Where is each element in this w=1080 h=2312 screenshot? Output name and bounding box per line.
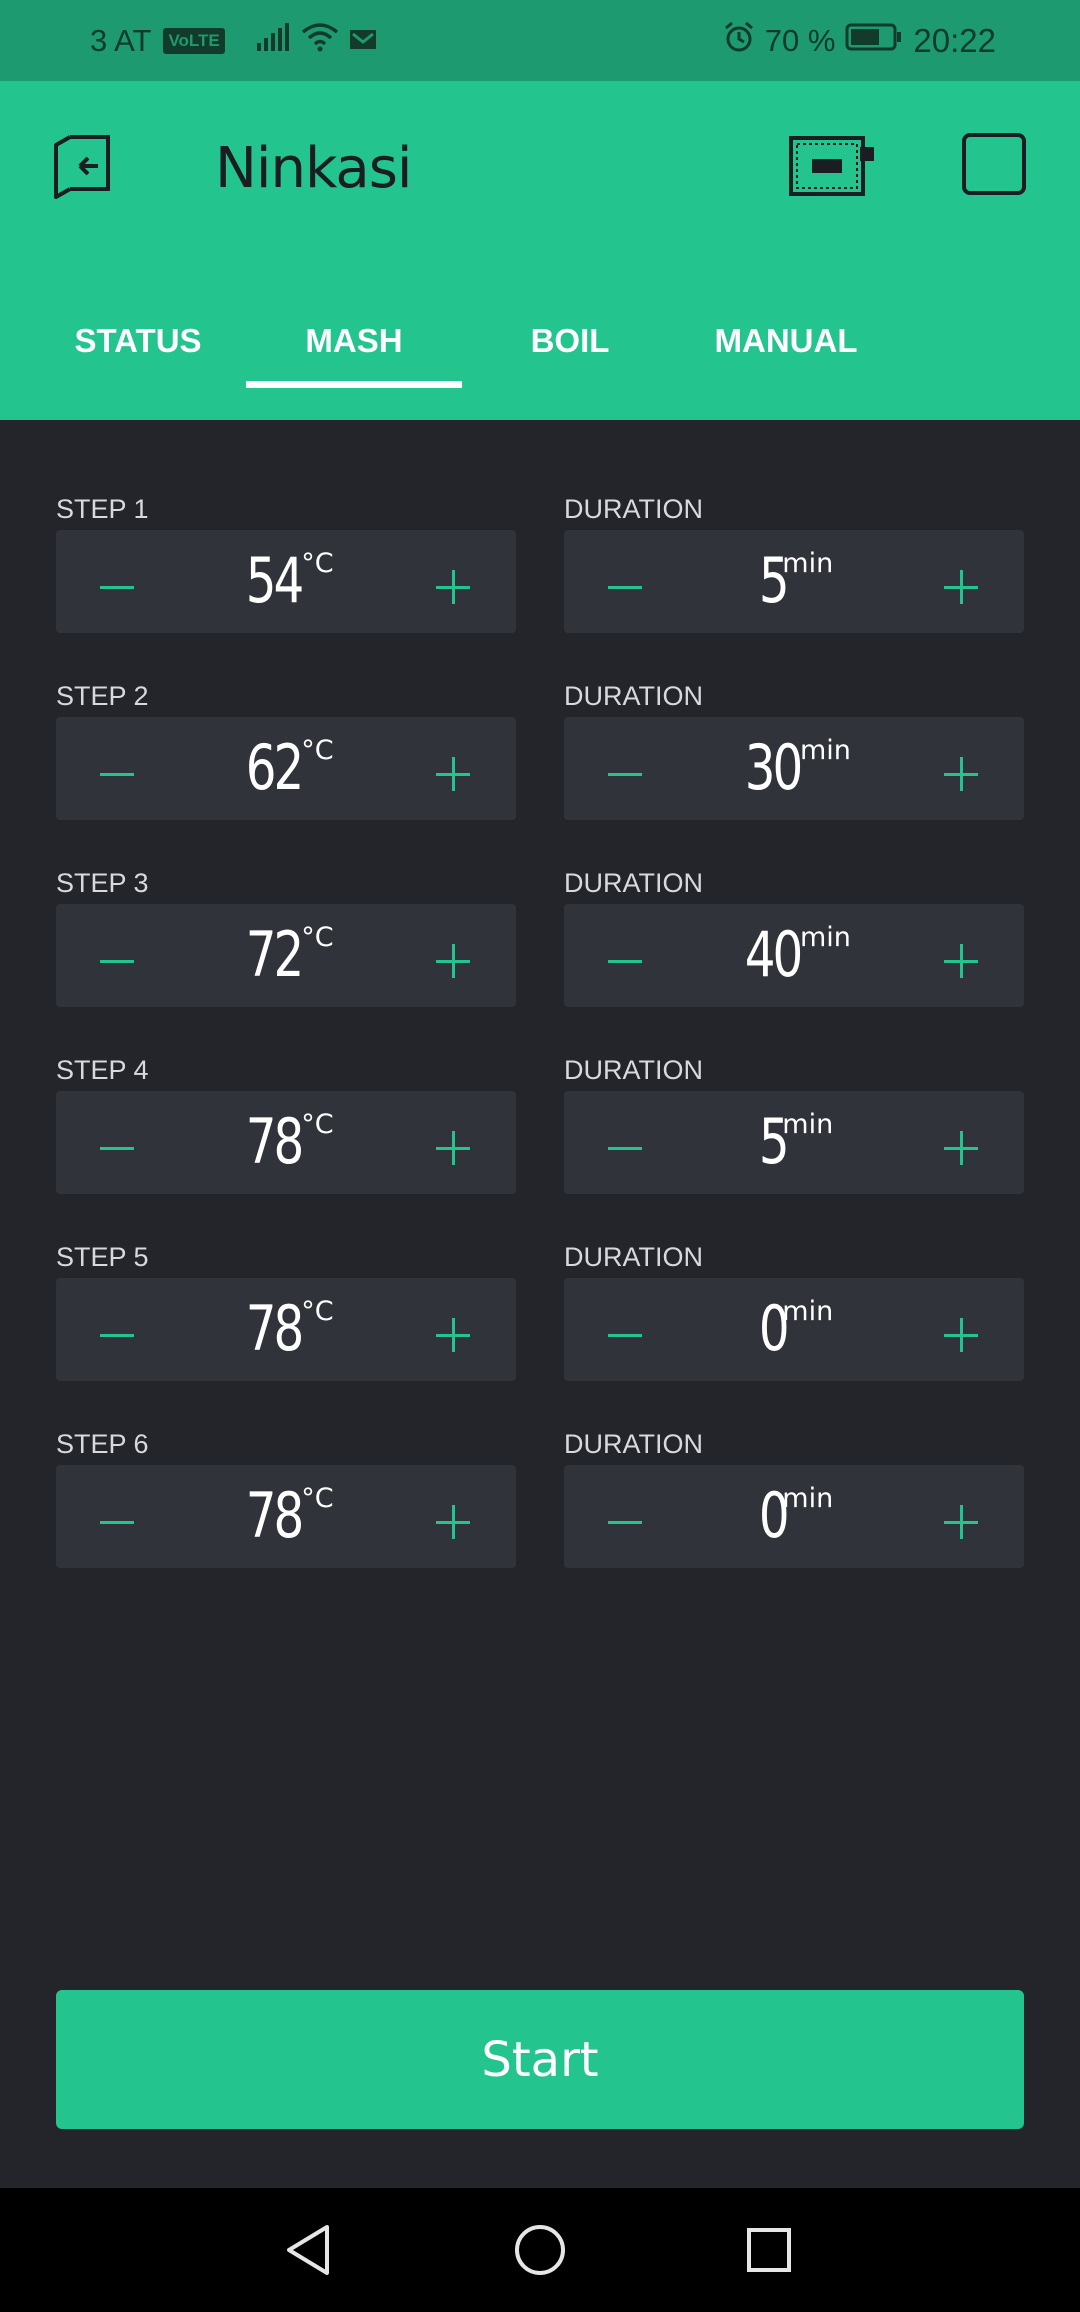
status-bar: 3 AT VoLTE 70 % 20:22 — [0, 0, 1080, 81]
duration-label: DURATION — [564, 1242, 703, 1272]
duration-stepper[interactable]: 0min — [564, 1465, 1024, 1568]
wifi-icon — [301, 22, 339, 60]
status-left: 3 AT VoLTE — [90, 0, 377, 81]
duration-stepper[interactable]: 40min — [564, 904, 1024, 1007]
app-header: Ninkasi STATUS MASH BOIL MANUAL — [0, 81, 1080, 420]
step-label: STEP 6 — [56, 1429, 149, 1459]
step-label: STEP 4 — [56, 1055, 149, 1085]
temp-stepper[interactable]: 54°C — [56, 530, 516, 633]
increment-icon[interactable] — [436, 1278, 472, 1381]
tab-bar: STATUS MASH BOIL MANUAL — [0, 299, 1080, 409]
duration-label: DURATION — [564, 1429, 703, 1459]
start-button[interactable]: Start — [56, 1990, 1024, 2129]
increment-icon[interactable] — [944, 530, 980, 633]
increment-icon[interactable] — [944, 1465, 980, 1568]
clock: 20:22 — [913, 21, 996, 59]
increment-icon[interactable] — [436, 1091, 472, 1194]
carrier-label: 3 AT — [90, 22, 152, 58]
duration-label: DURATION — [564, 681, 703, 711]
back-icon[interactable] — [258, 2188, 358, 2312]
status-right: 70 % 20:22 — [723, 0, 996, 81]
temp-stepper[interactable]: 62°C — [56, 717, 516, 820]
device-board-icon[interactable] — [788, 133, 876, 199]
recents-icon[interactable] — [719, 2188, 819, 2312]
battery-icon — [845, 23, 903, 59]
increment-icon[interactable] — [944, 717, 980, 820]
increment-icon[interactable] — [436, 1465, 472, 1568]
duration-stepper[interactable]: 30min — [564, 717, 1024, 820]
active-tab-indicator — [246, 381, 462, 388]
tab-mash[interactable]: MASH — [246, 299, 462, 383]
increment-icon[interactable] — [944, 1278, 980, 1381]
alarm-icon — [723, 21, 755, 61]
duration-label: DURATION — [564, 1055, 703, 1085]
step-label: STEP 3 — [56, 868, 149, 898]
increment-icon[interactable] — [436, 904, 472, 1007]
duration-stepper[interactable]: 5min — [564, 530, 1024, 633]
app-title: Ninkasi — [215, 136, 412, 201]
square-icon[interactable] — [962, 133, 1026, 195]
step-label: STEP 5 — [56, 1242, 149, 1272]
nav-bar — [0, 2188, 1080, 2312]
exit-icon[interactable] — [48, 131, 120, 203]
tab-manual[interactable]: MANUAL — [678, 299, 894, 383]
increment-icon[interactable] — [944, 1091, 980, 1194]
tab-boil[interactable]: BOIL — [462, 299, 678, 383]
signal-icon — [256, 22, 291, 59]
temp-stepper[interactable]: 78°C — [56, 1278, 516, 1381]
duration-label: DURATION — [564, 868, 703, 898]
step-label: STEP 2 — [56, 681, 149, 711]
tab-status[interactable]: STATUS — [30, 299, 246, 383]
duration-label: DURATION — [564, 494, 703, 524]
temp-stepper[interactable]: 78°C — [56, 1091, 516, 1194]
duration-stepper[interactable]: 5min — [564, 1091, 1024, 1194]
temp-stepper[interactable]: 72°C — [56, 904, 516, 1007]
battery-percent: 70 % — [764, 22, 836, 58]
increment-icon[interactable] — [436, 530, 472, 633]
increment-icon[interactable] — [944, 904, 980, 1007]
duration-stepper[interactable]: 0min — [564, 1278, 1024, 1381]
home-icon[interactable] — [490, 2188, 590, 2312]
mail-icon — [349, 23, 377, 59]
increment-icon[interactable] — [436, 717, 472, 820]
volte-badge: VoLTE — [163, 27, 225, 54]
step-label: STEP 1 — [56, 494, 149, 524]
temp-stepper[interactable]: 78°C — [56, 1465, 516, 1568]
